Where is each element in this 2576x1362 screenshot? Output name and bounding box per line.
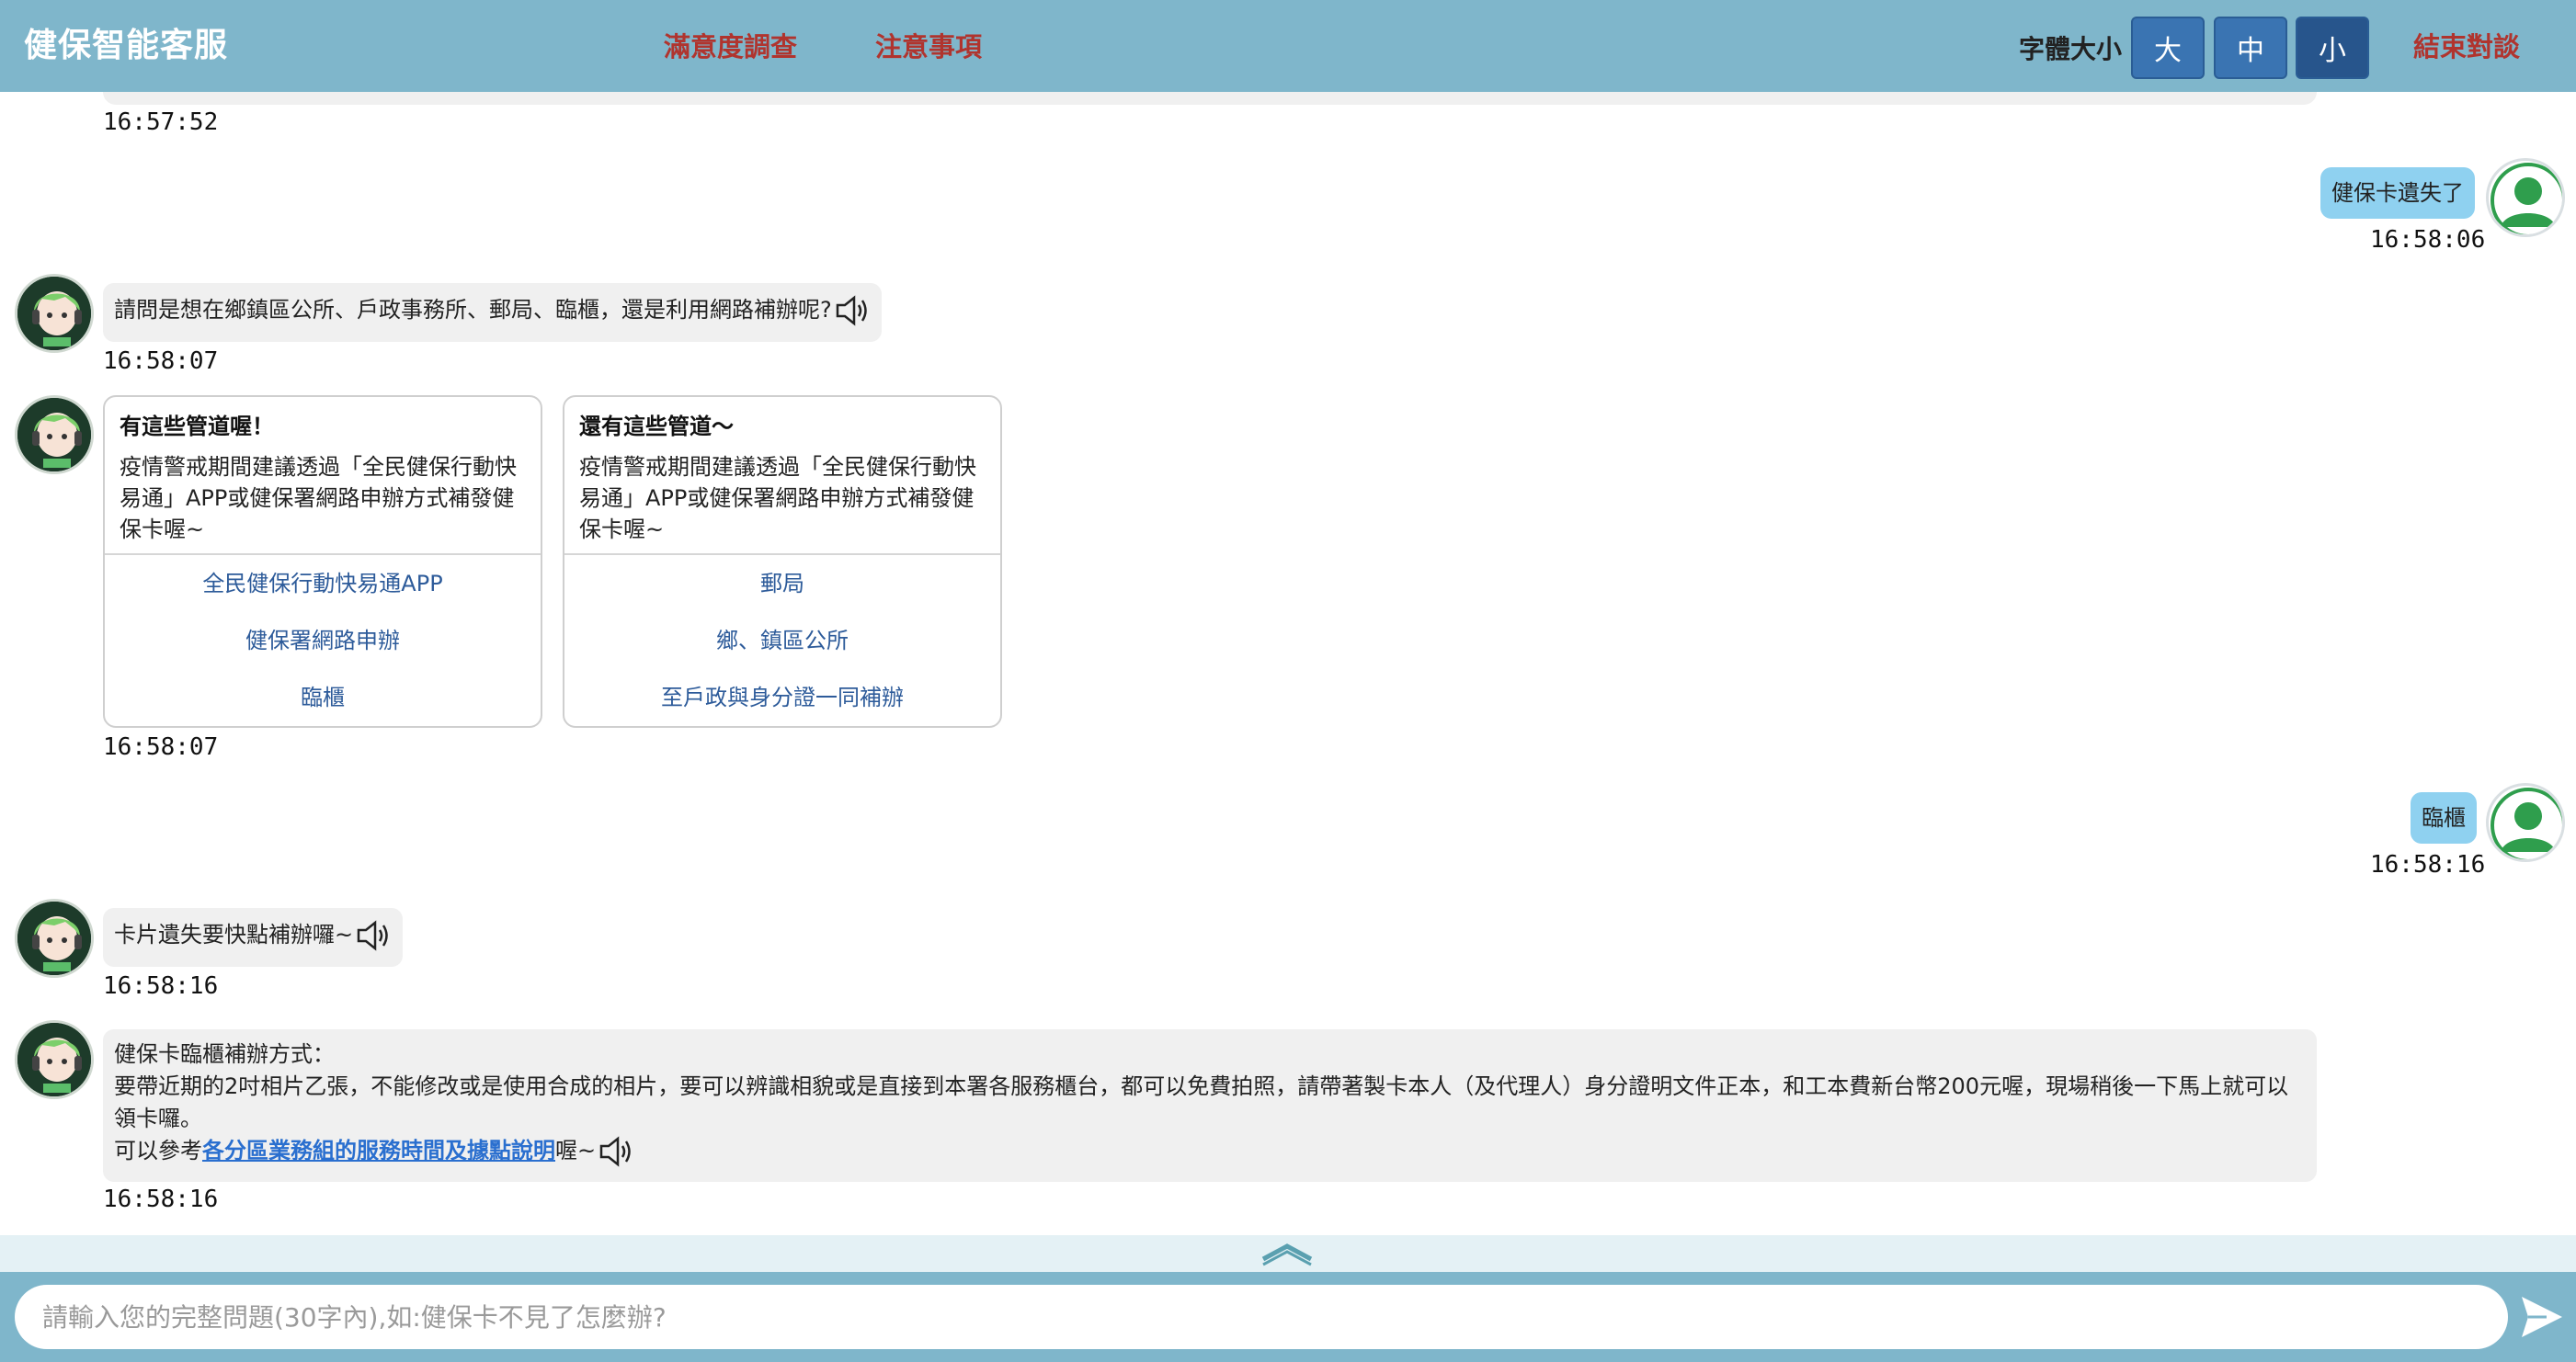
reference-suffix: 喔~	[555, 1138, 597, 1163]
timestamp: 16:58:16	[2370, 851, 2486, 879]
bot-avatar-icon	[15, 274, 94, 353]
quick-menu-toggle-bar	[0, 1235, 2576, 1272]
font-large-button[interactable]: 大	[2131, 17, 2205, 79]
font-medium-button[interactable]: 中	[2214, 17, 2287, 79]
bot-message: 健保卡臨櫃補辦方式： 要帶近期的2吋相片乙張，不能修改或是使用合成的相片，要可以…	[103, 1029, 2317, 1182]
timestamp: 16:58:07	[103, 733, 219, 761]
satisfaction-survey-link[interactable]: 滿意度調查	[664, 26, 797, 64]
bot-avatar-icon	[15, 395, 94, 474]
bot-avatar-icon	[15, 1020, 94, 1099]
option-nhi-app[interactable]: 全民健保行動快易通APP	[105, 555, 541, 612]
card-options: 郵局 鄉、鎮區公所 至戶政與身分證一同補辦	[564, 555, 1000, 726]
card-title: 還有這些管道～	[579, 414, 734, 439]
user-avatar-icon	[2486, 783, 2565, 862]
end-chat-link[interactable]: 結束對談	[2413, 26, 2520, 64]
chevron-up-icon[interactable]	[1260, 1239, 1315, 1266]
chat-log[interactable]: 16:57:52 健保卡遺失了 16:58:06 請問是想在鄉鎮區公所、戶政事務…	[0, 92, 2576, 1235]
timestamp: 16:57:52	[103, 108, 219, 136]
user-message: 健保卡遺失了	[2320, 167, 2475, 219]
user-message: 臨櫃	[2411, 792, 2477, 844]
option-online-apply[interactable]: 健保署網路申辦	[105, 612, 541, 669]
timestamp: 16:58:06	[2370, 226, 2486, 254]
notes-link[interactable]: 注意事項	[875, 26, 982, 64]
card-header: 有這些管道喔！ 疫情警戒期間建議透過「全民健保行動快易通」APP或健保署網路申辦…	[105, 397, 541, 555]
send-icon[interactable]	[2519, 1292, 2565, 1342]
font-size-label: 字體大小	[2019, 34, 2123, 64]
app-title: 健保智能客服	[24, 27, 229, 64]
bot-message-text: 請問是想在鄉鎮區公所、戶政事務所、郵局、臨櫃，還是利用網路補辦呢?	[114, 297, 832, 323]
timestamp: 16:58:16	[103, 972, 219, 1000]
question-input[interactable]	[15, 1285, 2508, 1349]
card-title: 有這些管道喔！	[120, 414, 274, 439]
channel-card: 有這些管道喔！ 疫情警戒期間建議透過「全民健保行動快易通」APP或健保署網路申辦…	[103, 395, 542, 728]
bot-message: 請問是想在鄉鎮區公所、戶政事務所、郵局、臨櫃，還是利用網路補辦呢?	[103, 283, 882, 342]
speaker-icon[interactable]	[355, 919, 392, 952]
header-bar: 健保智能客服 滿意度調查 注意事項 字體大小 大 中 小 結束對談	[0, 0, 2576, 92]
card-text: 疫情警戒期間建議透過「全民健保行動快易通」APP或健保署網路申辦方式補發健保卡喔…	[579, 454, 976, 542]
speaker-icon[interactable]	[598, 1135, 634, 1168]
option-district-office[interactable]: 鄉、鎮區公所	[564, 612, 1000, 669]
channel-card: 還有這些管道～ 疫情警戒期間建議透過「全民健保行動快易通」APP或健保署網路申辦…	[563, 395, 1002, 728]
bot-avatar-icon	[15, 899, 94, 978]
timestamp: 16:58:07	[103, 347, 219, 375]
card-options: 全民健保行動快易通APP 健保署網路申辦 臨櫃	[105, 555, 541, 726]
reference-prefix: 可以參考	[114, 1138, 202, 1163]
bot-message-line: 可以參考各分區業務組的服務時間及據點說明喔~	[114, 1135, 2306, 1168]
font-small-button[interactable]: 小	[2296, 17, 2369, 79]
option-post-office[interactable]: 郵局	[564, 555, 1000, 612]
timestamp: 16:58:16	[103, 1186, 219, 1213]
option-counter[interactable]: 臨櫃	[105, 669, 541, 726]
option-household-office[interactable]: 至戶政與身分證一同補辦	[564, 669, 1000, 726]
service-locations-link[interactable]: 各分區業務組的服務時間及據點說明	[202, 1138, 555, 1163]
bot-message-text: 卡片遺失要快點補辦囉~	[114, 922, 354, 948]
bot-message-line: 要帶近期的2吋相片乙張，不能修改或是使用合成的相片，要可以辨識相貌或是直接到本署…	[114, 1073, 2289, 1131]
input-bar	[0, 1272, 2576, 1362]
previous-bot-bubble	[103, 92, 2317, 105]
speaker-icon[interactable]	[834, 294, 871, 327]
bot-message-line: 健保卡臨櫃補辦方式：	[114, 1041, 335, 1067]
card-header: 還有這些管道～ 疫情警戒期間建議透過「全民健保行動快易通」APP或健保署網路申辦…	[564, 397, 1000, 555]
bot-message: 卡片遺失要快點補辦囉~	[103, 908, 404, 967]
card-text: 疫情警戒期間建議透過「全民健保行動快易通」APP或健保署網路申辦方式補發健保卡喔…	[120, 454, 517, 542]
user-avatar-icon	[2486, 158, 2565, 237]
